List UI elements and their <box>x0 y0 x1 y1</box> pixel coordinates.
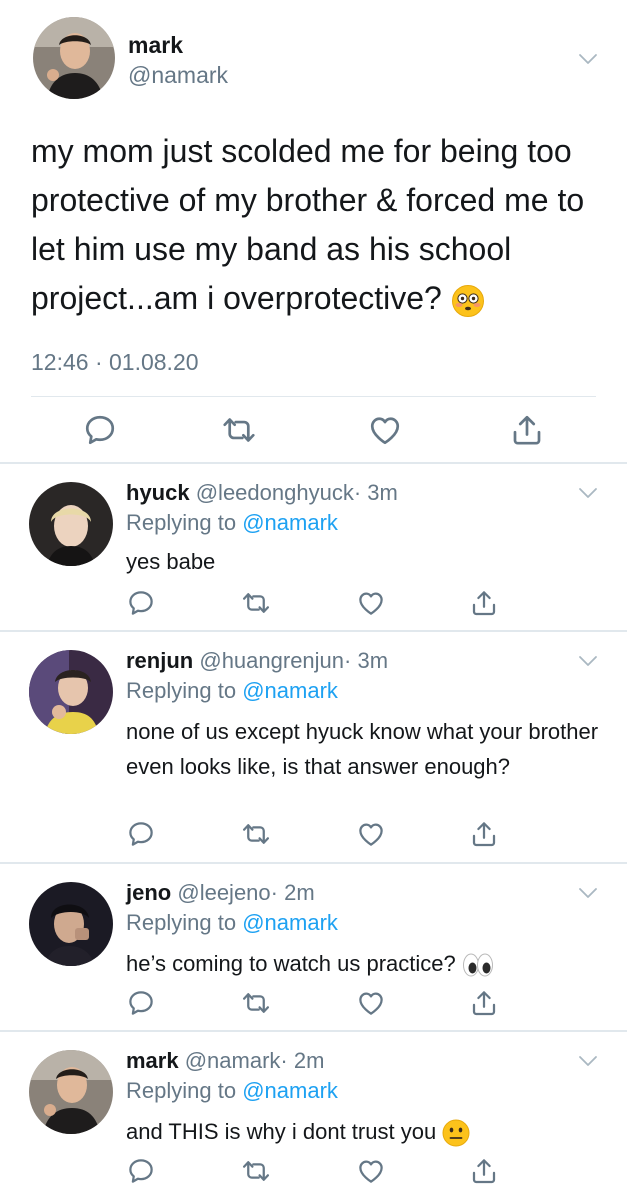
reply-text: he’s coming to watch us practice? <box>126 946 596 981</box>
reply-time: · 3m <box>353 480 398 505</box>
chevron-down-icon[interactable] <box>578 654 598 668</box>
divider <box>31 396 596 397</box>
like-icon[interactable] <box>356 1156 386 1186</box>
reply-time: · 2m <box>280 1048 325 1073</box>
avatar-hyuck[interactable] <box>29 482 113 566</box>
comment-icon[interactable] <box>126 588 156 618</box>
retweet-icon[interactable] <box>241 1156 271 1186</box>
reply-header: jeno @leejeno· 2m <box>126 878 315 908</box>
comment-icon[interactable] <box>82 412 118 448</box>
tweet-body: my mom just scolded me for being too pro… <box>31 127 611 323</box>
comment-icon[interactable] <box>126 819 156 849</box>
reply-text: none of us except hyuck know what your b… <box>126 719 599 779</box>
reply-header: mark @namark· 2m <box>126 1046 324 1076</box>
chevron-down-icon[interactable] <box>578 886 598 900</box>
reply-text-content: and THIS is why i dont trust you <box>126 1119 437 1144</box>
chevron-down-icon[interactable] <box>578 486 598 500</box>
like-icon[interactable] <box>356 819 386 849</box>
reply-author-handle[interactable]: @huangrenjun <box>199 648 344 673</box>
author-handle[interactable]: @namark <box>128 61 228 89</box>
replying-to-label: Replying to <box>126 678 237 703</box>
retweet-icon[interactable] <box>221 412 257 448</box>
replying-to-mention[interactable]: @namark <box>242 1078 338 1103</box>
reply-tweet[interactable]: jeno @leejeno· 2m Replying to @namark he… <box>0 864 627 1030</box>
share-icon[interactable] <box>469 988 499 1018</box>
replying-to-label: Replying to <box>126 1078 237 1103</box>
author-name[interactable]: mark <box>128 31 183 59</box>
reply-author-handle[interactable]: @leedonghyuck <box>196 480 354 505</box>
share-icon[interactable] <box>509 412 545 448</box>
reply-tweet[interactable]: renjun @huangrenjun· 3m Replying to @nam… <box>0 632 627 862</box>
replying-to-mention[interactable]: @namark <box>242 910 338 935</box>
replying-to-mention[interactable]: @namark <box>242 510 338 535</box>
chevron-down-icon[interactable] <box>578 52 598 66</box>
tweet-timestamp[interactable]: 12:46 · 01.08.20 <box>31 347 199 377</box>
grimacing-face-emoji <box>442 1119 470 1147</box>
avatar-renjun[interactable] <box>29 650 113 734</box>
avatar-jeno[interactable] <box>29 882 113 966</box>
like-icon[interactable] <box>356 988 386 1018</box>
like-icon[interactable] <box>367 412 403 448</box>
share-icon[interactable] <box>469 1156 499 1186</box>
reply-author-name[interactable]: jeno <box>126 880 171 905</box>
replying-to: Replying to @namark <box>126 508 338 538</box>
reply-text: and THIS is why i dont trust you <box>126 1114 596 1149</box>
reply-text: yes babe <box>126 549 216 574</box>
tweet-text: my mom just scolded me for being too pro… <box>31 133 585 316</box>
reply-time: · 3m <box>344 648 389 673</box>
reply-header: renjun @huangrenjun· 3m <box>126 646 388 676</box>
reply-tweet[interactable]: hyuck @leedonghyuck· 3m Replying to @nam… <box>0 464 627 630</box>
replying-to: Replying to @namark <box>126 1076 338 1106</box>
retweet-icon[interactable] <box>241 588 271 618</box>
reply-text-content: he’s coming to watch us practice? <box>126 951 456 976</box>
share-icon[interactable] <box>469 588 499 618</box>
comment-icon[interactable] <box>126 988 156 1018</box>
reply-author-name[interactable]: mark <box>126 1048 179 1073</box>
flushed-face-emoji <box>451 284 485 318</box>
avatar-mark[interactable] <box>29 1050 113 1134</box>
retweet-icon[interactable] <box>241 988 271 1018</box>
replying-to-mention[interactable]: @namark <box>242 678 338 703</box>
chevron-down-icon[interactable] <box>578 1054 598 1068</box>
reply-author-name[interactable]: hyuck <box>126 480 190 505</box>
eyes-emoji <box>462 952 494 978</box>
main-tweet: mark @namark my mom just scolded me for … <box>0 0 627 463</box>
reply-author-name[interactable]: renjun <box>126 648 193 673</box>
replying-to: Replying to @namark <box>126 908 338 938</box>
replying-to-label: Replying to <box>126 510 237 535</box>
reply-time: · 2m <box>270 880 315 905</box>
like-icon[interactable] <box>356 588 386 618</box>
replying-to: Replying to @namark <box>126 676 338 706</box>
share-icon[interactable] <box>469 819 499 849</box>
reply-author-handle[interactable]: @namark <box>185 1048 281 1073</box>
reply-tweet[interactable]: mark @namark· 2m Replying to @namark and… <box>0 1032 627 1200</box>
reply-author-handle[interactable]: @leejeno <box>177 880 270 905</box>
replying-to-label: Replying to <box>126 910 237 935</box>
retweet-icon[interactable] <box>241 819 271 849</box>
reply-header: hyuck @leedonghyuck· 3m <box>126 478 398 508</box>
avatar-mark[interactable] <box>33 17 115 99</box>
comment-icon[interactable] <box>126 1156 156 1186</box>
